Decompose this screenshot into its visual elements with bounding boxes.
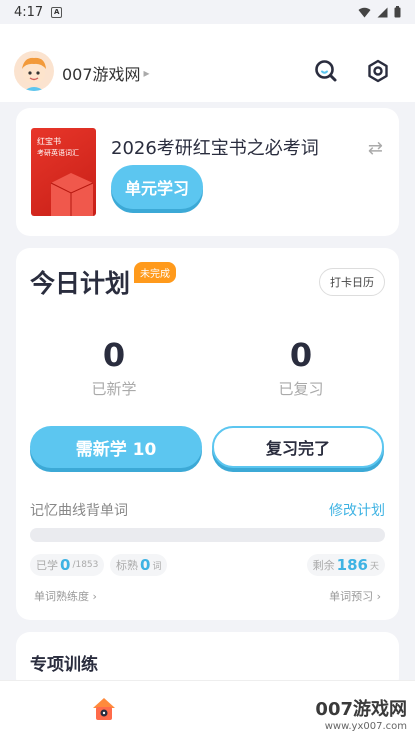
new-learned-count: 0 xyxy=(102,336,126,374)
settings-icon[interactable] xyxy=(365,58,391,84)
swap-book-icon[interactable]: ⇄ xyxy=(368,138,383,159)
notification-icon: A xyxy=(51,6,63,18)
username-link[interactable]: 007游戏网 ▸ xyxy=(62,61,150,85)
learned-chip: 已学 0 /1853 xyxy=(30,554,105,576)
username-text: 007游戏网 xyxy=(62,65,141,84)
proficiency-link[interactable]: 单词熟练度 › xyxy=(34,588,97,604)
watermark-main: 007游戏网 xyxy=(315,699,407,720)
today-plan-card: 今日计划 未完成 打卡日历 0 已新学 0 已复习 需新学 10 复习完了 记忆… xyxy=(16,248,399,620)
remaining-chip: 剩余 186 天 xyxy=(306,554,385,576)
modify-plan-link[interactable]: 修改计划 xyxy=(329,500,385,520)
plan-title: 今日计划 xyxy=(30,269,131,298)
marked-chip: 标熟 0 词 xyxy=(110,554,168,576)
book-cover[interactable]: 红宝书 考研英语词汇 xyxy=(31,128,96,216)
proficiency-label: 单词熟练度 xyxy=(34,590,89,603)
reviewed-label: 已复习 xyxy=(278,380,324,398)
chevron-right-icon: › xyxy=(376,590,381,603)
chevron-right-icon: ▸ xyxy=(143,66,150,80)
cover-cube-art xyxy=(50,173,94,216)
plan-progress-bar xyxy=(30,528,385,542)
book-title: 2026考研红宝书之必考词 xyxy=(111,138,319,159)
status-badge: 未完成 xyxy=(134,262,176,283)
new-learned-label: 已新学 xyxy=(91,380,137,398)
remaining-number: 186 xyxy=(336,556,368,574)
learned-number: 0 xyxy=(60,556,71,574)
learn-new-button[interactable]: 需新学 10 xyxy=(30,426,202,468)
signal-icon xyxy=(377,7,388,17)
search-icon[interactable] xyxy=(313,58,339,84)
learned-total: /1853 xyxy=(72,560,99,570)
remaining-label: 剩余 xyxy=(312,559,335,572)
battery-icon xyxy=(394,6,401,18)
avatar[interactable] xyxy=(14,51,54,91)
top-header: 007游戏网 ▸ xyxy=(0,24,415,102)
review-done-button[interactable]: 复习完了 xyxy=(212,426,384,468)
bottom-nav: 007游戏网 www.yx007.com xyxy=(0,680,415,739)
special-training-title: 专项训练 xyxy=(30,655,98,675)
reviewed-count: 0 xyxy=(289,336,313,374)
checkin-calendar-button[interactable]: 打卡日历 xyxy=(319,268,385,296)
unit-study-button[interactable]: 单元学习 xyxy=(111,165,203,209)
marked-label: 标熟 xyxy=(116,559,138,572)
status-bar: 4:17 A xyxy=(0,0,415,24)
learned-label: 已学 xyxy=(36,559,58,572)
memory-curve-title: 记忆曲线背单词 xyxy=(30,503,128,519)
remaining-unit: 天 xyxy=(369,561,379,572)
watermark-sub: www.yx007.com xyxy=(324,721,407,732)
current-book-card[interactable]: 红宝书 考研英语词汇 2026考研红宝书之必考词 ⇄ 单元学习 xyxy=(16,108,399,236)
marked-number: 0 xyxy=(140,556,151,574)
watermark: 007游戏网 www.yx007.com xyxy=(315,695,407,732)
chevron-right-icon: › xyxy=(92,590,97,603)
marked-unit: 词 xyxy=(152,561,162,572)
status-time: 4:17 xyxy=(14,4,44,20)
preview-link[interactable]: 单词预习 › xyxy=(329,588,381,604)
wifi-icon xyxy=(358,7,371,17)
home-icon[interactable] xyxy=(90,695,118,723)
preview-label: 单词预习 xyxy=(329,590,374,603)
